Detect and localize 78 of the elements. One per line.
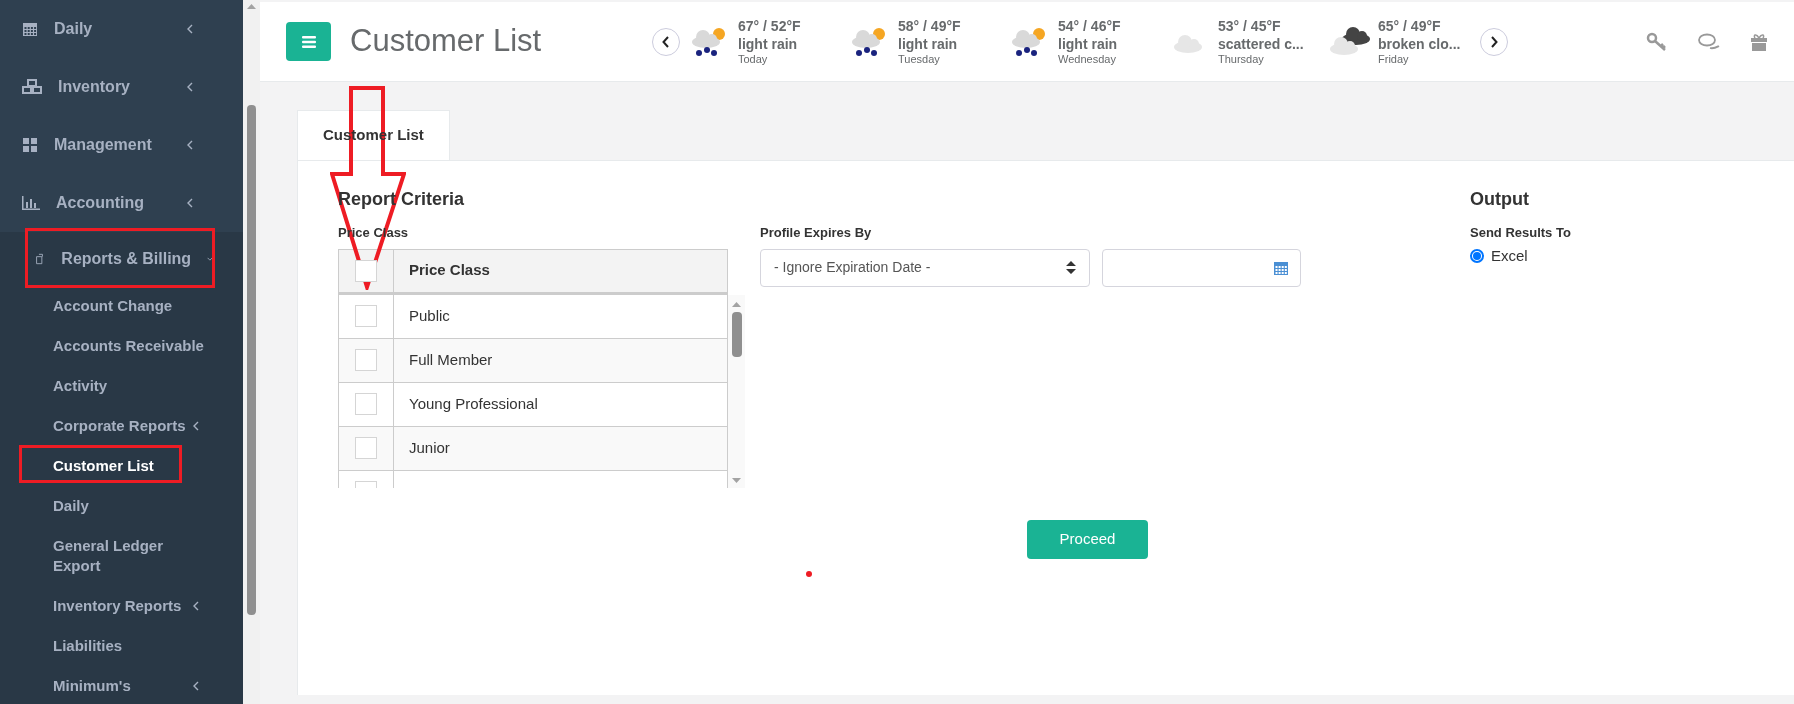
checkbox[interactable]	[355, 349, 377, 371]
weekday: Today	[738, 53, 769, 66]
sidebar-item[interactable]: Accounting	[0, 174, 243, 232]
weekday: Tuesday	[898, 53, 941, 66]
submenu-item[interactable]: Daily	[0, 486, 243, 526]
option-label: Excel	[1491, 245, 1528, 266]
field-label: Profile Expires By	[760, 224, 873, 242]
column-header: Price Class	[408, 260, 490, 281]
sidebar-item[interactable]: Daily	[0, 0, 243, 58]
weekday: Wednesday	[1058, 53, 1117, 66]
sidebar-item[interactable]: Management	[0, 116, 243, 174]
menu-button[interactable]	[286, 22, 331, 61]
expiration-select[interactable]: - Ignore Expiration Date -	[760, 248, 1090, 287]
submenu-item[interactable]: Minimum's	[0, 666, 243, 704]
section-title: Output	[1470, 188, 1530, 211]
gift-icon[interactable]	[1750, 32, 1768, 51]
date-field[interactable]	[1102, 248, 1301, 287]
table-row[interactable]: Full Member	[339, 338, 728, 383]
table-cell-text: Junior	[408, 437, 450, 458]
page-title: Customer List	[350, 22, 543, 61]
submenu-item[interactable]: Activity	[0, 366, 243, 406]
checkbox[interactable]	[355, 393, 377, 415]
weather-summary: broken clo...	[1378, 35, 1461, 53]
chevron-left-icon	[193, 421, 199, 431]
table-row[interactable]: Public	[339, 294, 728, 339]
chevron-left-icon	[662, 35, 670, 48]
chevron-right-icon	[1490, 35, 1498, 48]
cubes-icon	[22, 79, 42, 95]
menu-icon	[301, 35, 316, 48]
weather-summary: light rain	[898, 35, 959, 53]
temperature: 67° / 52°F	[738, 17, 801, 35]
temperature: 54° / 46°F	[1058, 17, 1121, 35]
key-icon[interactable]	[1646, 31, 1668, 52]
submenu-item[interactable]: General Ledger Export	[0, 526, 243, 586]
submenu-item[interactable]: Inventory Reports	[0, 586, 243, 626]
scroll-thumb[interactable]	[247, 105, 256, 615]
chat-icon[interactable]	[1698, 32, 1720, 51]
temperature: 58° / 49°F	[898, 17, 961, 35]
chevron-left-icon	[187, 24, 193, 34]
table-cell-text: Full Member	[408, 349, 493, 370]
field-label: Send Results To	[1470, 224, 1571, 242]
chevron-left-icon	[187, 140, 193, 150]
scroll-down-icon[interactable]	[732, 477, 741, 484]
weekday: Friday	[1378, 53, 1410, 66]
bar-chart-icon	[22, 196, 40, 210]
chevron-left-icon	[187, 198, 193, 208]
temperature: 65° / 49°F	[1378, 17, 1442, 35]
checkbox[interactable]	[355, 437, 377, 459]
submenu-item[interactable]: Accounts Receivable	[0, 326, 243, 366]
scroll-up-icon[interactable]	[732, 300, 741, 307]
submenu-item[interactable]: Corporate Reports	[0, 406, 243, 446]
scroll-up-icon[interactable]	[247, 3, 256, 9]
table-row[interactable]: Junior	[339, 426, 728, 471]
sort-icon	[1066, 261, 1076, 274]
sidebar-item[interactable]: Inventory	[0, 58, 243, 116]
scroll-thumb[interactable]	[731, 311, 742, 357]
chevron-down-icon	[207, 256, 213, 262]
checkbox[interactable]	[355, 259, 377, 282]
calendar-icon	[22, 21, 38, 37]
temperature: 53° / 45°F	[1218, 17, 1282, 35]
chevron-left-icon	[193, 681, 199, 691]
submenu-item[interactable]: Account Change	[0, 286, 243, 326]
chevron-left-icon	[187, 82, 193, 92]
calendar-icon	[1274, 260, 1288, 275]
chevron-left-icon	[193, 601, 199, 611]
table-cell-text: Public	[408, 305, 450, 326]
checkbox[interactable]	[355, 305, 377, 327]
submenu-item[interactable]: Customer List	[0, 446, 243, 486]
weather-summary: light rain	[1058, 35, 1119, 53]
submenu-item[interactable]: Liabilities	[0, 626, 243, 666]
radio-button[interactable]	[1470, 248, 1484, 263]
scrollbar[interactable]	[728, 294, 745, 488]
grid-icon	[22, 137, 38, 153]
weather-summary: light rain	[738, 35, 799, 53]
table-row[interactable]: Young Professional	[339, 382, 728, 427]
weekday: Thursday	[1218, 53, 1265, 66]
weather-summary: scattered c...	[1218, 35, 1304, 53]
table-cell-text: Young Professional	[408, 393, 538, 414]
